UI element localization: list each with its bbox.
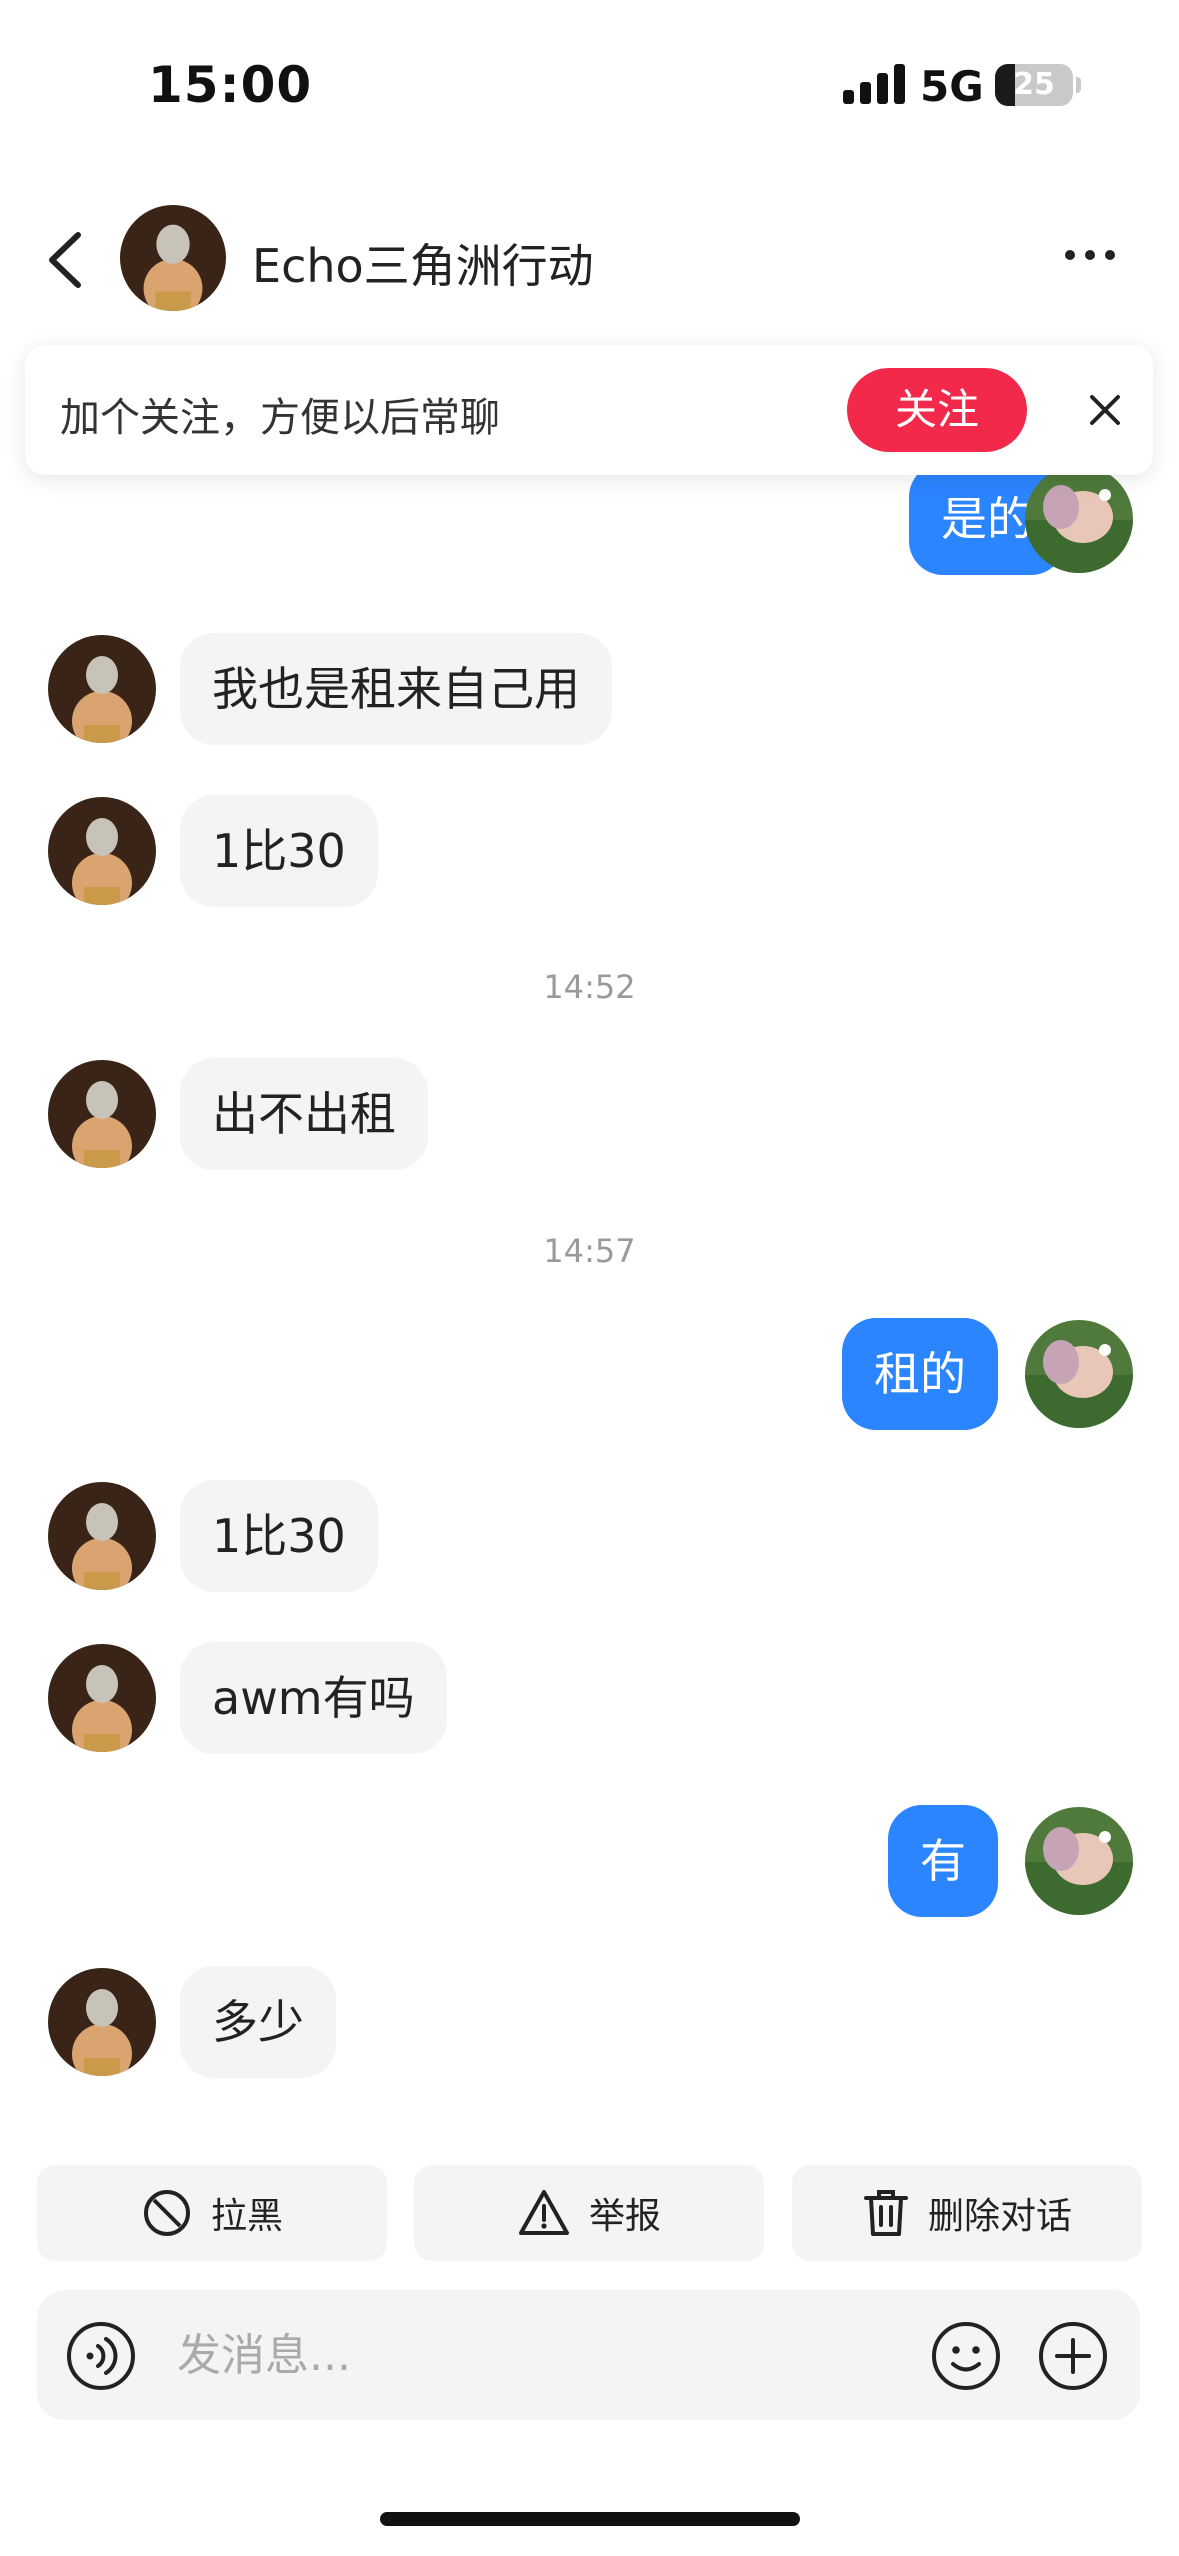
message-list[interactable]: 是的 我也是租来自己用 1比30 14:52 出不出租 14:57 租的 1比3… — [0, 0, 1179, 2130]
close-banner-button[interactable] — [1080, 385, 1130, 435]
emoji-button[interactable] — [930, 2320, 1002, 2392]
avatar-image — [1025, 1807, 1133, 1915]
message-timestamp: 14:57 — [543, 1232, 636, 1270]
plus-icon — [1039, 2322, 1107, 2390]
message-bubble-incoming[interactable]: 我也是租来自己用 — [180, 633, 612, 745]
avatar-image — [48, 797, 156, 905]
my-avatar[interactable] — [1025, 465, 1133, 573]
avatar-image — [1025, 465, 1133, 573]
message-bubble-incoming[interactable]: awm有吗 — [180, 1642, 447, 1754]
follow-banner: 加个关注，方便以后常聊 关注 — [25, 345, 1153, 475]
close-icon — [1090, 395, 1120, 425]
message-bubble-incoming[interactable]: 1比30 — [180, 1480, 378, 1592]
delete-conversation-label: 删除对话 — [927, 2196, 1072, 2237]
avatar-image — [1025, 1320, 1133, 1428]
report-button[interactable]: 举报 — [414, 2165, 764, 2261]
message-input[interactable] — [177, 2315, 937, 2395]
message-timestamp: 14:52 — [543, 968, 636, 1006]
emoji-icon — [932, 2322, 1000, 2390]
voice-button[interactable] — [65, 2320, 137, 2392]
contact-avatar-small[interactable] — [48, 1968, 156, 2076]
contact-avatar-small[interactable] — [48, 797, 156, 905]
message-bubble-outgoing[interactable]: 租的 — [842, 1318, 998, 1430]
report-label: 举报 — [588, 2196, 661, 2237]
follow-prompt-text: 加个关注，方便以后常聊 — [60, 395, 500, 441]
message-input-bar — [37, 2290, 1140, 2420]
voice-icon — [67, 2322, 135, 2390]
message-bubble-incoming[interactable]: 出不出租 — [180, 1058, 428, 1170]
contact-avatar-small[interactable] — [48, 1060, 156, 1168]
block-icon — [143, 2190, 190, 2236]
avatar-image — [48, 635, 156, 743]
contact-avatar-small[interactable] — [48, 1482, 156, 1590]
message-bubble-incoming[interactable]: 多少 — [180, 1966, 336, 2078]
trash-icon — [863, 2190, 908, 2236]
block-button[interactable]: 拉黑 — [37, 2165, 387, 2261]
my-avatar[interactable] — [1025, 1320, 1133, 1428]
more-actions-button[interactable] — [1037, 2320, 1109, 2392]
avatar-image — [48, 1482, 156, 1590]
warning-icon — [518, 2190, 569, 2235]
avatar-image — [48, 1968, 156, 2076]
avatar-image — [48, 1060, 156, 1168]
home-indicator[interactable] — [380, 2512, 800, 2526]
avatar-image — [48, 1644, 156, 1752]
message-bubble-outgoing[interactable]: 有 — [888, 1805, 998, 1917]
delete-conversation-button[interactable]: 删除对话 — [792, 2165, 1142, 2261]
block-label: 拉黑 — [210, 2196, 283, 2237]
follow-button[interactable]: 关注 — [847, 368, 1027, 452]
my-avatar[interactable] — [1025, 1807, 1133, 1915]
contact-avatar-small[interactable] — [48, 635, 156, 743]
contact-avatar-small[interactable] — [48, 1644, 156, 1752]
message-bubble-incoming[interactable]: 1比30 — [180, 795, 378, 907]
